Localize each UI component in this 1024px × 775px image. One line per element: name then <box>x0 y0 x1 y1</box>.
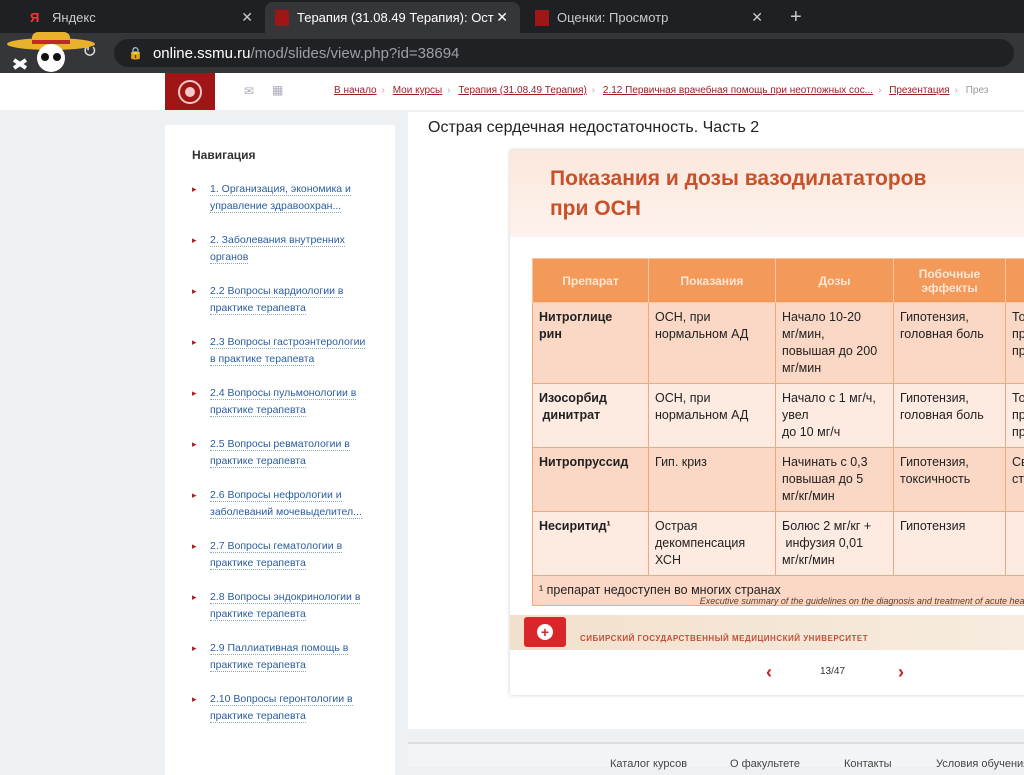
crest-icon <box>177 77 203 107</box>
nav-item[interactable]: 2.3 Вопросы гастроэнтерологии в практике… <box>192 334 372 368</box>
pirate-skull-icon <box>6 30 96 74</box>
new-tab-button[interactable]: + <box>780 2 812 33</box>
column-header: Дозы <box>776 259 894 303</box>
close-tab-icon[interactable]: ✕ <box>751 9 763 26</box>
table-row: Изосорбид динитратОСН, при нормальном АД… <box>533 384 1024 448</box>
university-name: СИБИРСКИЙ ГОСУДАРСТВЕННЫЙ МЕДИЦИНСКИЙ УН… <box>580 634 868 643</box>
footer-link-catalog[interactable]: Каталог курсов <box>610 758 687 770</box>
nav-item[interactable]: 1. Организация, экономика и управление з… <box>192 181 372 215</box>
close-tab-icon[interactable]: ✕ <box>241 9 253 26</box>
tab-bar: ЯЯндекс✕ Терапия (31.08.49 Терапия): Ост… <box>0 0 1024 33</box>
table-cell: Гип. криз <box>649 448 776 512</box>
column-header <box>1006 259 1024 303</box>
mail-icon[interactable]: ✉ <box>244 84 254 98</box>
nav-item[interactable]: 2.10 Вопросы геронтологии в практике тер… <box>192 691 372 725</box>
citation: Executive summary of the guidelines on t… <box>700 596 1024 606</box>
slide-pager: ‹ 13/47 › <box>510 662 1024 692</box>
slide-title: Показания и дозы вазодилататоровпри ОСН <box>510 150 1024 237</box>
nav-item[interactable]: 2.9 Паллиативная помощь в практике терап… <box>192 640 372 674</box>
column-header: Препарат <box>533 259 649 303</box>
table-cell: Нитроглице рин <box>533 303 649 384</box>
breadcrumb-my-courses[interactable]: Мои курсы <box>393 85 443 96</box>
table-cell: Гипотензия, головная боль <box>894 303 1006 384</box>
nav-item[interactable]: 2.4 Вопросы пульмонологии в практике тер… <box>192 385 372 419</box>
breadcrumb-section[interactable]: 2.12 Первичная врачебная помощь при неот… <box>603 85 873 96</box>
url-field[interactable]: 🔒online.ssmu.ru/mod/slides/view.php?id=3… <box>114 39 1014 67</box>
table-cell: Гипотензия <box>894 512 1006 576</box>
table-row: Нитроглице ринОСН, при нормальном АДНача… <box>533 303 1024 384</box>
table-cell: Острая декомпенсация ХСН <box>649 512 776 576</box>
nav-item[interactable]: 2.6 Вопросы нефрологии и заболеваний моч… <box>192 487 372 521</box>
table-cell: Гипотензия, токсичность <box>894 448 1006 512</box>
breadcrumb-presentation[interactable]: Презентация <box>889 85 949 96</box>
table-row: Несиритид¹Острая декомпенсация ХСНБолюс … <box>533 512 1024 576</box>
yandex-icon: Я <box>30 10 44 26</box>
table-cell <box>1006 512 1024 576</box>
slide-counter: 13/47 <box>820 666 845 677</box>
prev-slide-button[interactable]: ‹ <box>766 662 772 683</box>
footer-link-terms[interactable]: Условия обучения <box>936 758 1024 770</box>
table-cell: Болюс 2 мг/кг + инфузия 0,01 мг/кг/мин <box>776 512 894 576</box>
breadcrumb-current: През <box>966 85 989 96</box>
nav-item[interactable]: 2.8 Вопросы эндокринологии в практике те… <box>192 589 372 623</box>
nav-item[interactable]: 2.2 Вопросы кардиологии в практике терап… <box>192 283 372 317</box>
close-tab-icon[interactable]: ✕ <box>496 9 508 26</box>
vasodilator-table: ПрепаратПоказанияДозыПобочные эффекты Ни… <box>532 258 1024 606</box>
page-title: Острая сердечная недостаточность. Часть … <box>428 119 759 137</box>
table-cell: То пр пр <box>1006 384 1024 448</box>
tab-grades[interactable]: Оценки: Просмотр✕ <box>525 2 775 33</box>
table-cell: Начинать с 0,3 повышая до 5 мг/кг/мин <box>776 448 894 512</box>
main-content: Острая сердечная недостаточность. Часть … <box>408 112 1024 729</box>
site-favicon <box>275 10 289 26</box>
breadcrumb-home[interactable]: В начало <box>334 85 377 96</box>
table-cell: Несиритид¹ <box>533 512 649 576</box>
breadcrumb: В начало› Мои курсы› Терапия (31.08.49 Т… <box>334 85 988 96</box>
table-cell: То пр пр <box>1006 303 1024 384</box>
column-header: Побочные эффекты <box>894 259 1006 303</box>
navigation-title: Навигация <box>192 148 256 162</box>
address-bar-row: ↻ 🔒online.ssmu.ru/mod/slides/view.php?id… <box>0 33 1024 73</box>
table-cell: Гипотензия, головная боль <box>894 384 1006 448</box>
table-cell: ОСН, при нормальном АД <box>649 384 776 448</box>
table-cell: Св ст <box>1006 448 1024 512</box>
navigation-block: Навигация 1. Организация, экономика и уп… <box>165 125 395 775</box>
table-cell: ОСН, при нормальном АД <box>649 303 776 384</box>
table-cell: Нитропруссид <box>533 448 649 512</box>
lock-icon: 🔒 <box>128 46 143 60</box>
nav-item[interactable]: 2.7 Вопросы гематологии в практике терап… <box>192 538 372 572</box>
footer-link-contacts[interactable]: Контакты <box>844 758 892 770</box>
nav-item[interactable]: 2.5 Вопросы ревматологии в практике тера… <box>192 436 372 470</box>
tab-yandex[interactable]: ЯЯндекс✕ <box>20 2 265 33</box>
navigation-list: 1. Организация, экономика и управление з… <box>192 181 372 742</box>
site-header: ✉ ▦ В начало› Мои курсы› Терапия (31.08.… <box>0 73 1024 110</box>
nav-item[interactable]: 2. Заболевания внутренних органов <box>192 232 372 266</box>
table-row: НитропруссидГип. кризНачинать с 0,3 повы… <box>533 448 1024 512</box>
calendar-icon[interactable]: ▦ <box>272 83 283 97</box>
slide-viewer: Показания и дозы вазодилататоровпри ОСН … <box>510 150 1024 695</box>
next-slide-button[interactable]: › <box>898 662 904 683</box>
table-cell: Изосорбид динитрат <box>533 384 649 448</box>
medical-kit-icon: + <box>524 617 566 647</box>
footer: Каталог курсов О факультете Контакты Усл… <box>408 742 1024 767</box>
university-band <box>510 615 1024 650</box>
footer-link-about[interactable]: О факультете <box>730 758 800 770</box>
tab-therapy[interactable]: Терапия (31.08.49 Терапия): Ост✕ <box>265 2 520 33</box>
site-favicon <box>535 10 549 26</box>
breadcrumb-course[interactable]: Терапия (31.08.49 Терапия) <box>458 85 586 96</box>
university-logo[interactable] <box>165 73 215 110</box>
column-header: Показания <box>649 259 776 303</box>
table-cell: Начало с 1 мг/ч, увел до 10 мг/ч <box>776 384 894 448</box>
table-cell: Начало 10-20 мг/мин, повышая до 200 мг/м… <box>776 303 894 384</box>
